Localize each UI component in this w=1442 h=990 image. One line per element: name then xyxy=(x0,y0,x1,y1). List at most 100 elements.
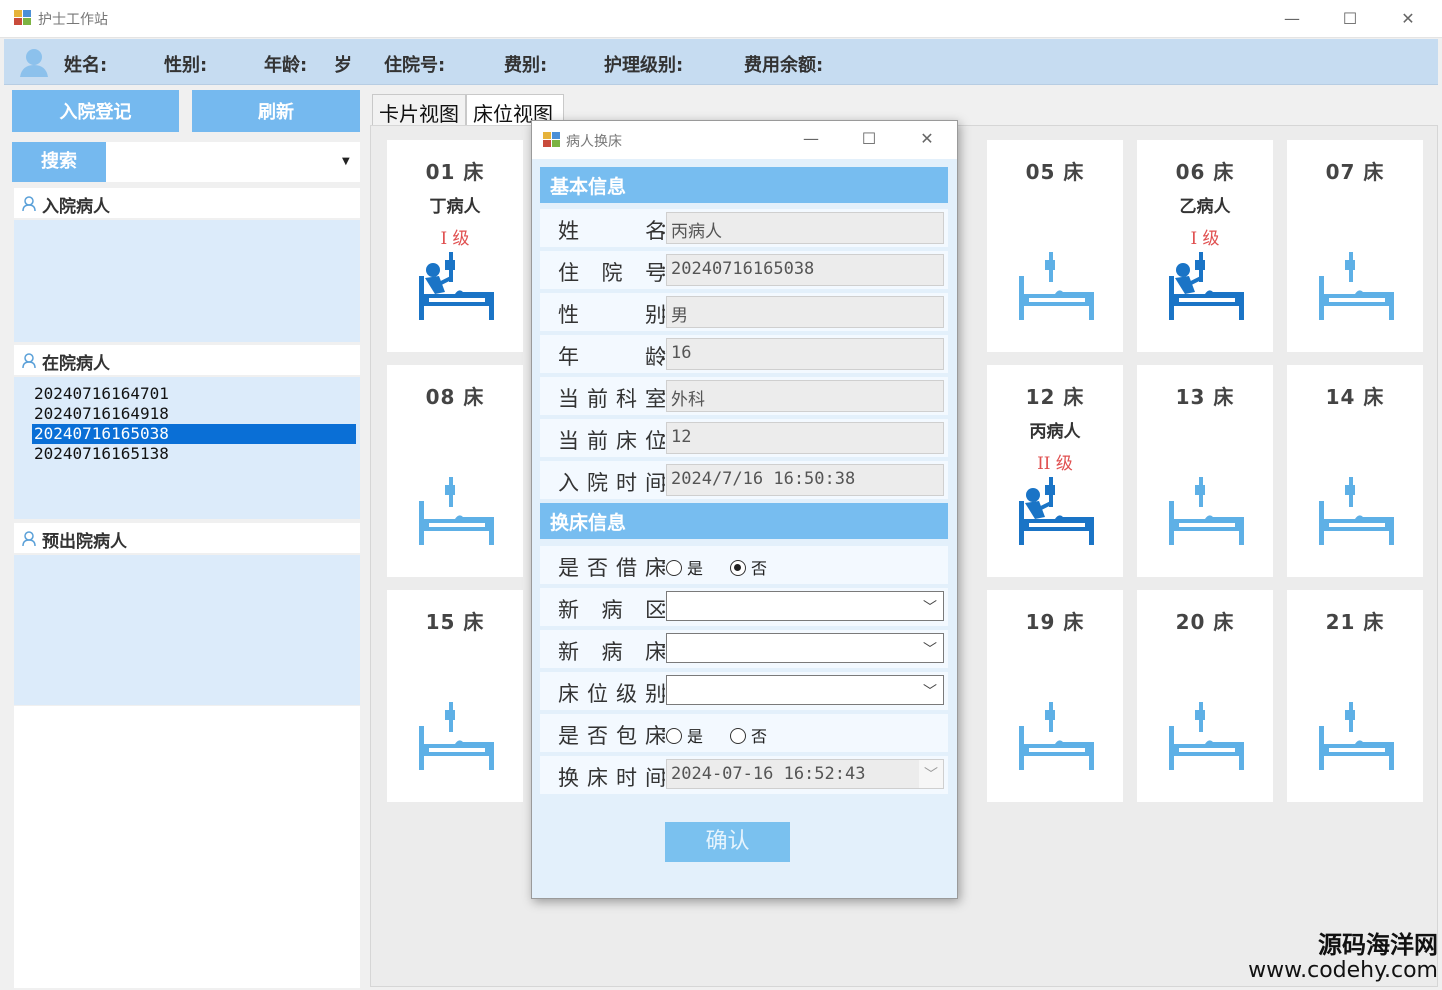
minimize-button[interactable]: — xyxy=(1272,6,1312,32)
empty-bed-icon xyxy=(1319,477,1394,545)
change-bed-dialog: 病人换床 — ☐ ✕ 基本信息 姓名: 丙病人 住院号: 20240716165… xyxy=(531,120,958,899)
admit-time-field[interactable]: 2024/7/16 16:50:38 xyxy=(666,464,944,496)
group-discharging-list xyxy=(14,555,360,705)
info-admission-label: 住院号: xyxy=(384,55,446,76)
bed-level-select[interactable]: ﹀ xyxy=(666,675,944,705)
bed-number: 08 床 xyxy=(425,385,485,409)
left-blank-area xyxy=(14,706,360,988)
bed-card[interactable]: 13 床 xyxy=(1137,365,1273,577)
field-label: 是否借床 xyxy=(558,556,666,580)
field-admission-row: 住院号: 20240716165038 xyxy=(540,251,948,289)
dialog-close-button[interactable]: ✕ xyxy=(912,129,942,148)
bed-card[interactable]: 20 床 xyxy=(1137,590,1273,802)
current-dept-field[interactable]: 外科 xyxy=(666,380,944,412)
group-inhospital-label: 在院病人 xyxy=(42,354,110,374)
group-admitting-list xyxy=(14,220,360,342)
bed-number: 19 床 xyxy=(1025,610,1085,634)
bed-level-row: 床位级别: ﹀ xyxy=(540,672,948,710)
new-bed-select[interactable]: ﹀ xyxy=(666,633,944,663)
group-admitting-header[interactable]: 入院病人 xyxy=(14,188,360,218)
chevron-down-icon[interactable]: ﹀ xyxy=(919,760,943,788)
bed-card[interactable]: 14 床 xyxy=(1287,365,1423,577)
group-inhospital-list: 20240716164701 20240716164918 2024071616… xyxy=(14,377,360,519)
field-label: 住院号 xyxy=(558,261,666,285)
bed-card[interactable]: 08 床 xyxy=(387,365,523,577)
field-label: 换床时间 xyxy=(558,766,666,790)
info-sex-label: 性别: xyxy=(164,55,208,76)
field-label: 床位级别 xyxy=(558,682,666,706)
chevron-down-icon: ﹀ xyxy=(923,642,937,658)
age-field[interactable]: 16 xyxy=(666,338,944,370)
watermark-line2: www.codehy.com xyxy=(1248,958,1438,983)
bed-number: 20 床 xyxy=(1175,610,1235,634)
dialog-titlebar: 病人换床 — ☐ ✕ xyxy=(532,121,957,159)
bed-card[interactable]: 19 床 xyxy=(987,590,1123,802)
refresh-button[interactable]: 刷新 xyxy=(192,90,360,132)
bed-number: 14 床 xyxy=(1325,385,1385,409)
admit-register-button[interactable]: 入院登记 xyxy=(12,90,179,132)
bed-card[interactable]: 07 床 xyxy=(1287,140,1423,352)
name-field[interactable]: 丙病人 xyxy=(666,212,944,244)
bed-number: 06 床 xyxy=(1175,160,1235,184)
list-item[interactable]: 20240716164701 xyxy=(32,384,356,404)
dialog-title: 病人换床 xyxy=(566,134,622,150)
field-sex-row: 性别: 男 xyxy=(540,293,948,331)
bed-card[interactable]: 01 床丁病人 I 级 xyxy=(387,140,523,352)
new-ward-select[interactable]: ﹀ xyxy=(666,591,944,621)
field-label: 当前科室 xyxy=(558,387,666,411)
maximize-button[interactable]: ☐ xyxy=(1330,6,1370,32)
bed-patient-name: 丁病人 xyxy=(429,197,481,217)
borrow-no-radio[interactable]: 否 xyxy=(730,555,767,579)
bed-card[interactable]: 05 床 xyxy=(987,140,1123,352)
patient-info-bar: 姓名: 性别: 年龄: 岁 住院号: 费别: 护理级别: 费用余额: xyxy=(4,39,1438,85)
empty-bed-icon xyxy=(419,702,494,770)
info-age-label: 年龄: xyxy=(264,55,308,76)
bed-card[interactable]: 06 床乙病人 I 级 xyxy=(1137,140,1273,352)
dialog-minimize-button[interactable]: — xyxy=(796,129,826,148)
close-button[interactable]: ✕ xyxy=(1388,6,1428,32)
bed-card[interactable]: 12 床丙病人 II 级 xyxy=(987,365,1123,577)
list-item-selected[interactable]: 20240716165038 xyxy=(32,424,356,444)
admission-no-field[interactable]: 20240716165038 xyxy=(666,254,944,286)
private-yes-radio[interactable]: 是 xyxy=(666,723,703,747)
field-label: 当前床位 xyxy=(558,429,666,453)
empty-bed-icon xyxy=(1319,252,1394,320)
bed-number: 12 床 xyxy=(1025,385,1085,409)
bed-patient-name: 丙病人 xyxy=(1029,422,1081,442)
field-label: 是否包床 xyxy=(558,724,666,748)
sex-field[interactable]: 男 xyxy=(666,296,944,328)
change-time-picker[interactable]: 2024-07-16 16:52:43 ﹀ xyxy=(666,759,944,789)
group-inhospital-header[interactable]: 在院病人 xyxy=(14,345,360,375)
list-item[interactable]: 20240716164918 xyxy=(32,404,356,424)
empty-bed-icon xyxy=(1169,477,1244,545)
field-name-row: 姓名: 丙病人 xyxy=(540,209,948,247)
bed-card[interactable]: 21 床 xyxy=(1287,590,1423,802)
search-row: 搜索 ▼ xyxy=(12,142,360,182)
person-icon xyxy=(22,196,36,212)
info-balance-label: 费用余额: xyxy=(744,55,824,76)
info-age-unit: 岁 xyxy=(334,55,352,76)
borrow-yes-radio[interactable]: 是 xyxy=(666,555,703,579)
change-info-section: 换床信息 xyxy=(540,503,948,539)
list-item[interactable]: 20240716165138 xyxy=(32,444,356,464)
bed-patient-name: 乙病人 xyxy=(1179,197,1231,217)
search-dropdown[interactable] xyxy=(108,142,360,182)
tab-card-view[interactable]: 卡片视图 xyxy=(372,94,466,126)
empty-bed-icon xyxy=(1019,702,1094,770)
bed-care-level: I 级 xyxy=(1190,229,1220,249)
empty-bed-icon xyxy=(1319,702,1394,770)
field-admit-time-row: 入院时间: 2024/7/16 16:50:38 xyxy=(540,461,948,499)
dropdown-arrow-icon[interactable]: ▼ xyxy=(342,156,350,167)
field-age-row: 年龄: 16 xyxy=(540,335,948,373)
search-button[interactable]: 搜索 xyxy=(12,142,106,182)
bed-number: 05 床 xyxy=(1025,160,1085,184)
group-admitting-label: 入院病人 xyxy=(42,197,110,217)
current-bed-field[interactable]: 12 xyxy=(666,422,944,454)
dialog-maximize-button[interactable]: ☐ xyxy=(854,129,884,148)
confirm-button[interactable]: 确认 xyxy=(665,822,790,862)
group-discharging-label: 预出院病人 xyxy=(42,532,127,552)
bed-card[interactable]: 15 床 xyxy=(387,590,523,802)
change-time-value: 2024-07-16 16:52:43 xyxy=(671,764,866,784)
group-discharging-header[interactable]: 预出院病人 xyxy=(14,523,360,553)
private-no-radio[interactable]: 否 xyxy=(730,723,767,747)
